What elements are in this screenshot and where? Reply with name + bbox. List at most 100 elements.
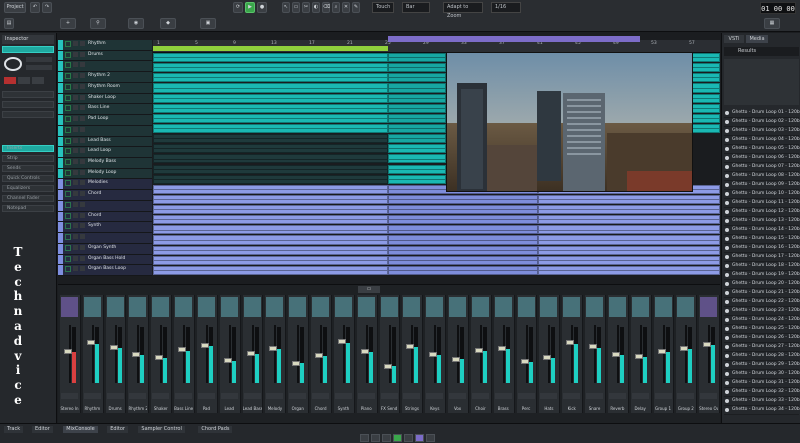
channel-fader[interactable]	[589, 344, 598, 350]
lower-zone-tab[interactable]: MixConsole	[63, 426, 98, 433]
mediabay-result-item[interactable]: Ghetto - Drum Loop 05 - 120bpm	[724, 145, 800, 154]
audio-event[interactable]	[153, 154, 388, 164]
audio-event[interactable]	[153, 53, 388, 63]
solo-button[interactable]	[80, 126, 85, 132]
zoom-tool-icon[interactable]: ⌕	[332, 2, 340, 13]
mute-button[interactable]	[73, 212, 78, 218]
solo-button[interactable]	[80, 62, 85, 68]
mute-solo-buttons[interactable]	[654, 393, 672, 399]
solo-button[interactable]	[80, 212, 85, 218]
mute-solo-buttons[interactable]	[289, 393, 307, 399]
inspector-section-inserts[interactable]: Inserts	[2, 145, 54, 152]
mute-solo-buttons[interactable]	[334, 393, 352, 399]
insert-rack[interactable]	[220, 297, 238, 317]
track-header[interactable]: Melody Loop	[58, 168, 152, 180]
mute-button[interactable]	[73, 137, 78, 143]
track-header[interactable]: Rhythm 2	[58, 72, 152, 83]
audio-event[interactable]	[388, 235, 538, 245]
mute-solo-buttons[interactable]	[152, 393, 170, 399]
audio-event[interactable]	[388, 205, 538, 215]
mute-button[interactable]	[73, 148, 78, 154]
channel-fader[interactable]	[634, 354, 643, 360]
volume-knob[interactable]	[4, 57, 22, 71]
mediabay-result-item[interactable]: Ghetto - Drum Loop 04 - 120bpm	[724, 136, 800, 145]
mute-button[interactable]	[73, 159, 78, 164]
track-header[interactable]: Organ Synth	[58, 243, 152, 255]
solo-button[interactable]	[80, 201, 85, 207]
audio-event[interactable]	[388, 63, 446, 73]
track-header[interactable]	[58, 61, 152, 73]
channel-fader[interactable]	[520, 358, 529, 364]
audio-event[interactable]	[153, 174, 388, 184]
touch-mode-select[interactable]: Touch	[372, 2, 394, 13]
mute-button[interactable]	[73, 266, 78, 272]
audio-event[interactable]	[388, 194, 538, 205]
insert-rack[interactable]	[517, 297, 535, 317]
insert-rack[interactable]	[312, 297, 330, 317]
channel-fader[interactable]	[611, 352, 620, 357]
audio-event[interactable]	[388, 93, 446, 103]
track-header[interactable]: Organ Bass Loop	[58, 265, 152, 276]
mute-solo-buttons[interactable]	[563, 393, 581, 399]
solo-button[interactable]	[80, 169, 85, 175]
cycle-icon[interactable]	[415, 434, 424, 442]
mediabay-result-item[interactable]: Ghetto - Drum Loop 08 - 120bpm	[724, 172, 800, 181]
mute-solo-buttons[interactable]	[426, 393, 444, 399]
lower-zone-tab[interactable]: Sampler Control	[138, 426, 185, 433]
inspector-section-strip[interactable]: Strip	[2, 155, 54, 162]
track-header[interactable]: Synth	[58, 222, 152, 234]
solo-button[interactable]	[80, 159, 85, 164]
mute-button[interactable]	[73, 169, 78, 175]
audio-event[interactable]	[388, 113, 446, 123]
mute-button[interactable]	[73, 94, 78, 100]
mute-solo-buttons[interactable]	[83, 393, 101, 399]
mediabay-result-item[interactable]: Ghetto - Drum Loop 29 - 120bpm	[724, 361, 800, 370]
track-header[interactable]: Drums	[58, 50, 152, 62]
mediabay-result-item[interactable]: Ghetto - Drum Loop 21 - 120bpm	[724, 289, 800, 298]
insert-rack[interactable]	[586, 297, 604, 317]
track-lane[interactable]	[153, 205, 720, 215]
inspector-section-equalizers[interactable]: Equalizers	[2, 185, 54, 192]
track-header[interactable]: Rhythm Room	[58, 82, 152, 94]
audio-event[interactable]	[153, 134, 388, 144]
channel-fader[interactable]	[200, 342, 209, 348]
channel-fader[interactable]	[64, 349, 72, 355]
insert-rack[interactable]	[243, 297, 261, 317]
solo-button[interactable]	[80, 105, 85, 111]
solo-button[interactable]	[80, 191, 85, 197]
track-header[interactable]	[58, 233, 152, 244]
audio-event[interactable]	[153, 184, 388, 194]
mediabay-result-item[interactable]: Ghetto - Drum Loop 15 - 120bpm	[724, 235, 800, 244]
cycle-icon[interactable]: ⟳	[233, 2, 243, 13]
insert-rack[interactable]	[289, 297, 307, 317]
mute-solo-buttons[interactable]	[175, 393, 193, 399]
channel-fader[interactable]	[315, 353, 324, 359]
mediabay-result-item[interactable]: Ghetto - Drum Loop 16 - 120bpm	[724, 244, 800, 253]
mute-solo-buttons[interactable]	[312, 393, 330, 399]
track-header[interactable]: Chord	[58, 211, 152, 223]
mediabay-result-item[interactable]: Ghetto - Drum Loop 26 - 120bpm	[724, 334, 800, 343]
track-header[interactable]	[58, 200, 152, 212]
audio-event[interactable]	[388, 265, 538, 275]
channel-fader[interactable]	[657, 349, 666, 355]
mute-button[interactable]	[73, 201, 78, 207]
quantize-select[interactable]: 1/16	[491, 2, 521, 13]
mute-solo-buttons[interactable]	[700, 393, 718, 399]
track-header[interactable]: Melodies	[58, 179, 152, 191]
audio-event[interactable]	[388, 103, 446, 113]
audio-event[interactable]	[153, 113, 388, 123]
channel-fader[interactable]	[566, 340, 575, 346]
audio-event[interactable]	[153, 103, 388, 113]
forward-icon[interactable]	[371, 434, 380, 442]
insert-rack[interactable]	[266, 297, 284, 317]
undo-icon[interactable]: ↶	[30, 2, 40, 13]
audio-event[interactable]	[388, 144, 446, 154]
insert-rack[interactable]	[540, 297, 558, 317]
audio-event[interactable]	[153, 205, 388, 215]
track-header[interactable]: Pad Loop	[58, 115, 152, 126]
mute-solo-buttons[interactable]	[608, 393, 626, 399]
mute-solo-buttons[interactable]	[631, 393, 649, 399]
mute-solo-buttons[interactable]	[129, 393, 147, 399]
record-icon[interactable]: ●	[257, 2, 267, 13]
audio-event[interactable]	[388, 225, 538, 235]
